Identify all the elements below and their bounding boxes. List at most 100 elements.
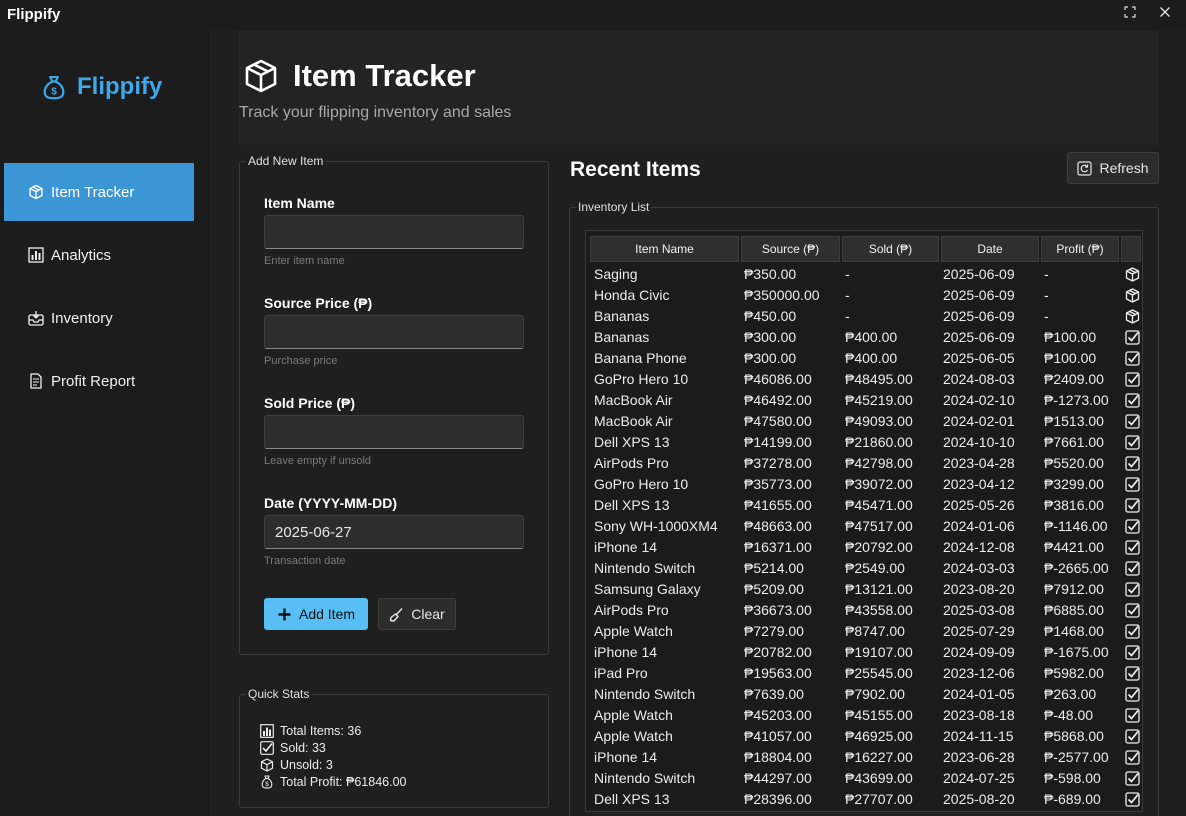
table-row[interactable]: Saging ₱350.00 - 2025-06-09 - [586, 264, 1142, 285]
sidebar-item-label: Analytics [51, 246, 112, 264]
column-header-source[interactable]: Source (₱) [741, 236, 840, 262]
cell-source: ₱18804.00 [744, 749, 812, 765]
check-icon [1125, 750, 1140, 765]
sidebar-item-label: Profit Report [51, 372, 136, 390]
cell-date: 2025-08-20 [943, 791, 1015, 807]
table-row[interactable]: Banana Phone ₱300.00 ₱400.00 2025-06-05 ₱100… [586, 348, 1142, 369]
plus-icon [278, 608, 291, 620]
close-button[interactable] [1157, 6, 1173, 22]
cell-sold: ₱400.00 [845, 329, 898, 345]
cell-date: 2025-06-09 [943, 329, 1015, 345]
check-icon [1125, 435, 1140, 450]
cell-source: ₱36673.00 [744, 602, 812, 618]
cell-sold: - [845, 287, 850, 303]
check-icon [1125, 456, 1140, 471]
table-row[interactable]: Sony WH-1000XM4 ₱48663.00 ₱47517.00 2024-01… [586, 516, 1142, 537]
package-icon [260, 758, 274, 772]
column-header-status[interactable] [1121, 236, 1141, 262]
cell-sold: ₱43699.00 [845, 770, 913, 786]
cell-source: ₱48663.00 [744, 518, 812, 534]
table-row[interactable]: Apple Watch ₱45203.00 ₱45155.00 2023-08-18 ₱… [586, 705, 1142, 726]
cell-sold: ₱19107.00 [845, 644, 913, 660]
cell-profit: ₱1513.00 [1044, 413, 1104, 429]
table-row[interactable]: iPhone 14 ₱18804.00 ₱16227.00 2023-06-28 ₱-2… [586, 747, 1142, 768]
sidebar-item-analytics[interactable]: Analytics [4, 226, 194, 284]
check-icon [1125, 645, 1140, 660]
column-header-sold[interactable]: Sold (₱) [842, 236, 939, 262]
column-header-profit[interactable]: Profit (₱) [1041, 236, 1119, 262]
table-row[interactable]: Bananas ₱300.00 ₱400.00 2025-06-09 ₱100.00 [586, 327, 1142, 348]
table-row[interactable]: Dell XPS 13 ₱28396.00 ₱27707.00 2025-08-20 ₱… [586, 789, 1142, 810]
clear-button[interactable]: Clear [378, 598, 456, 630]
cell-profit: ₱100.00 [1044, 350, 1097, 366]
cell-item-name: Nintendo Switch [594, 560, 696, 576]
cell-profit: ₱7661.00 [1044, 434, 1104, 450]
inventory-table[interactable]: Item Name Source (₱) Sold (₱) Date Profi… [585, 230, 1143, 812]
sidebar-item-item-tracker[interactable]: Item Tracker [4, 163, 194, 221]
table-row[interactable]: MacBook Air ₱46492.00 ₱45219.00 2024-02-10 ₱… [586, 390, 1142, 411]
table-row[interactable]: Honda Civic ₱350000.00 - 2025-06-09 - [586, 285, 1142, 306]
table-row[interactable]: AirPods Pro ₱36673.00 ₱43558.00 2025-03-08 ₱… [586, 600, 1142, 621]
source-price-hint: Purchase price [264, 355, 338, 367]
cell-item-name: Nintendo Switch [594, 770, 696, 786]
refresh-button[interactable]: Refresh [1067, 152, 1159, 184]
cell-sold: ₱7902.00 [845, 686, 905, 702]
cell-sold: ₱8747.00 [845, 623, 905, 639]
refresh-label: Refresh [1099, 160, 1149, 176]
cell-sold: ₱13121.00 [845, 581, 913, 597]
cell-item-name: Bananas [594, 329, 650, 345]
stat-text: Unsold: 3 [280, 758, 333, 772]
cell-profit: ₱5982.00 [1044, 665, 1104, 681]
inbox-icon [28, 311, 44, 326]
table-row[interactable]: iPhone 14 ₱16371.00 ₱20792.00 2024-12-08 ₱44… [586, 537, 1142, 558]
date-input[interactable] [264, 515, 524, 549]
page-header: Item Tracker Track your flipping invento… [238, 30, 1158, 145]
sidebar-item-inventory[interactable]: Inventory [4, 289, 194, 347]
add-item-button[interactable]: Add Item [264, 598, 368, 630]
cell-item-name: Dell XPS 13 [594, 497, 670, 513]
cell-profit: - [1044, 266, 1049, 282]
source-price-input[interactable] [264, 315, 524, 349]
table-row[interactable]: Apple Watch ₱41057.00 ₱46925.00 2024-11-15 ₱… [586, 726, 1142, 747]
cell-item-name: Apple Watch [594, 707, 673, 723]
cell-profit: ₱263.00 [1044, 686, 1097, 702]
table-row[interactable]: Dell XPS 13 ₱41655.00 ₱45471.00 2025-05-26 ₱… [586, 495, 1142, 516]
cell-source: ₱14199.00 [744, 434, 812, 450]
cell-item-name: MacBook Air [594, 413, 673, 429]
sidebar-item-profit-report[interactable]: Profit Report [4, 352, 194, 410]
table-row[interactable]: Nintendo Switch ₱5214.00 ₱2549.00 2024-03-0… [586, 558, 1142, 579]
cell-sold: ₱49093.00 [845, 413, 913, 429]
table-row[interactable]: Dell XPS 13 ₱14199.00 ₱21860.00 2024-10-10 ₱… [586, 432, 1142, 453]
table-row[interactable]: Nintendo Switch ₱7639.00 ₱7902.00 2024-01-0… [586, 684, 1142, 705]
item-name-label: Item Name [264, 195, 335, 211]
table-row[interactable]: MacBook Air ₱47580.00 ₱49093.00 2024-02-01 ₱… [586, 411, 1142, 432]
column-header-item-name[interactable]: Item Name [590, 236, 739, 262]
table-row[interactable]: Apple Watch ₱7279.00 ₱8747.00 2025-07-29 ₱14… [586, 621, 1142, 642]
table-row[interactable]: iPad Pro ₱19563.00 ₱25545.00 2023-12-06 ₱598… [586, 663, 1142, 684]
cell-sold: ₱46925.00 [845, 728, 913, 744]
cell-profit: ₱-48.00 [1044, 707, 1094, 723]
table-row[interactable]: iPhone 14 ₱20782.00 ₱19107.00 2024-09-09 ₱-1… [586, 642, 1142, 663]
cell-item-name: Dell XPS 13 [594, 434, 670, 450]
cell-item-name: iPhone 14 [594, 644, 658, 660]
cell-sold: ₱25545.00 [845, 665, 913, 681]
check-icon [1125, 540, 1140, 555]
table-row[interactable]: GoPro Hero 10 ₱35773.00 ₱39072.00 2023-04-1… [586, 474, 1142, 495]
table-row[interactable]: AirPods Pro ₱37278.00 ₱42798.00 2023-04-28 ₱… [586, 453, 1142, 474]
cell-date: 2025-03-08 [943, 602, 1015, 618]
sold-price-input[interactable] [264, 415, 524, 449]
brand-name: Flippify [77, 73, 163, 100]
cell-item-name: Samsung Galaxy [594, 581, 701, 597]
item-name-input[interactable] [264, 215, 524, 249]
check-icon [1125, 582, 1140, 597]
maximize-button[interactable] [1122, 6, 1138, 22]
sold-price-hint: Leave empty if unsold [264, 455, 372, 467]
table-row[interactable]: Nintendo Switch ₱44297.00 ₱43699.00 2024-07… [586, 768, 1142, 789]
table-row[interactable]: Bananas ₱450.00 - 2025-06-09 - [586, 306, 1142, 327]
column-header-date[interactable]: Date [941, 236, 1039, 262]
table-row[interactable]: Samsung Galaxy ₱5209.00 ₱13121.00 2023-08-2… [586, 579, 1142, 600]
cell-date: 2024-07-25 [943, 770, 1015, 786]
sidebar-item-label: Item Tracker [51, 183, 135, 201]
table-row[interactable]: GoPro Hero 10 ₱46086.00 ₱48495.00 2024-08-0… [586, 369, 1142, 390]
cell-item-name: Sony WH-1000XM4 [594, 518, 718, 534]
